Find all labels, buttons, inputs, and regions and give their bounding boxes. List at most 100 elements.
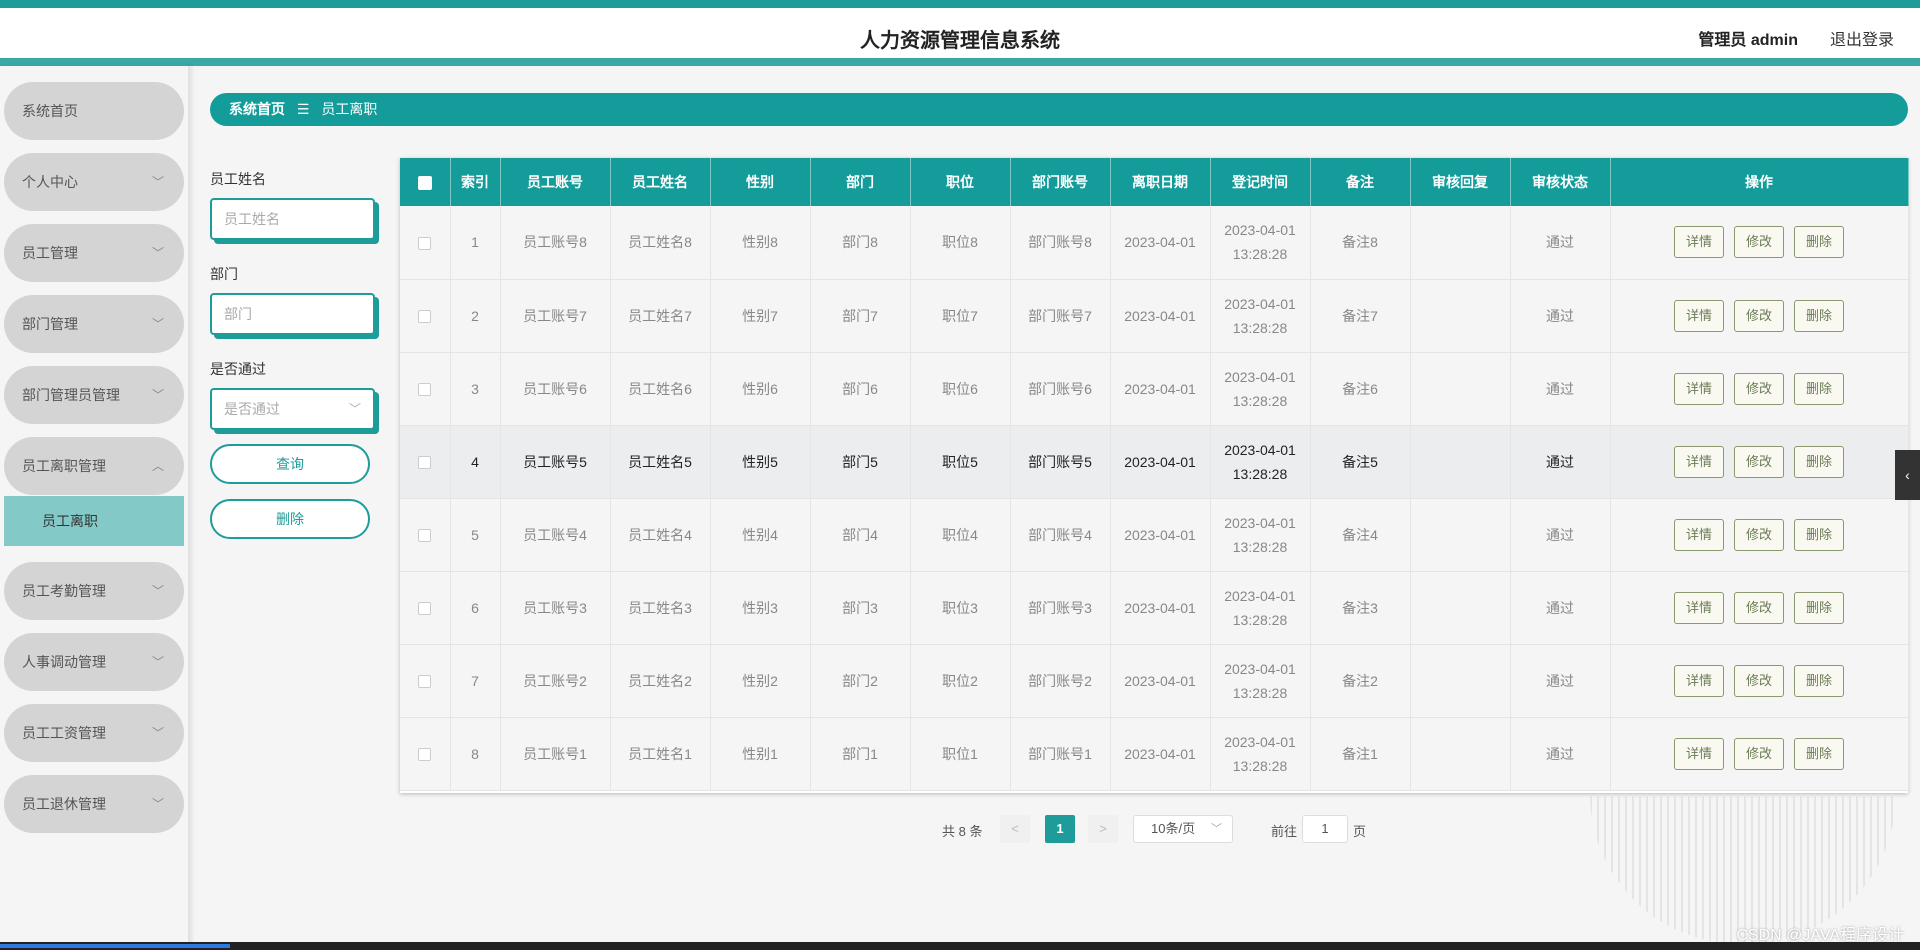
- row-checkbox[interactable]: [400, 352, 451, 426]
- cell-dept-account: 部门账号6: [1010, 352, 1111, 426]
- detail-button[interactable]: 详情: [1674, 664, 1724, 697]
- cell-leave-date: 2023-04-01: [1110, 717, 1211, 791]
- detail-button[interactable]: 详情: [1674, 591, 1724, 624]
- reg-time-text: 13:28:28: [1232, 465, 1288, 482]
- page-size-select[interactable]: 10条/页 ﹀: [1133, 815, 1233, 843]
- column-header: 登记时间: [1210, 158, 1311, 206]
- sidebar-item-home[interactable]: 系统首页: [4, 82, 184, 140]
- delete-button[interactable]: 删除: [1794, 664, 1844, 697]
- edit-button[interactable]: 修改: [1734, 372, 1784, 405]
- column-header: 审核回复: [1410, 158, 1511, 206]
- detail-button[interactable]: 详情: [1674, 518, 1724, 551]
- delete-button[interactable]: 删除: [1794, 445, 1844, 478]
- reg-date-text: 2023-04-01: [1224, 222, 1296, 239]
- row-checkbox[interactable]: [400, 425, 451, 499]
- cell-reg-time: 2023-04-01 13:28:28: [1210, 571, 1311, 645]
- row-checkbox[interactable]: [400, 571, 451, 645]
- logout-link[interactable]: 退出登录: [1830, 26, 1894, 50]
- batch-delete-button[interactable]: 删除: [210, 499, 370, 539]
- cell-name: 员工姓名1: [610, 717, 711, 791]
- delete-button[interactable]: 删除: [1794, 372, 1844, 405]
- sidebar-item-salary[interactable]: 员工工资管理 ﹀: [4, 704, 184, 762]
- column-header: 部门: [810, 158, 911, 206]
- row-checkbox[interactable]: [400, 498, 451, 572]
- sidebar-item-label: 员工管理: [22, 245, 78, 261]
- cell-dept-account: 部门账号3: [1010, 571, 1111, 645]
- cell-position: 职位3: [910, 571, 1011, 645]
- table-row[interactable]: 5 员工账号4 员工姓名4 性别4 部门4 职位4 部门账号4 2023-04-01 2023-…: [400, 498, 1909, 572]
- cell-position: 职位6: [910, 352, 1011, 426]
- sidebar-item-department[interactable]: 部门管理 ﹀: [4, 295, 184, 353]
- cell-index: 7: [450, 644, 501, 718]
- collapse-tab[interactable]: ‹: [1895, 450, 1920, 500]
- row-checkbox[interactable]: [400, 644, 451, 718]
- sidebar-item-employee[interactable]: 员工管理 ﹀: [4, 224, 184, 282]
- cell-remark: 备注6: [1310, 352, 1411, 426]
- cell-leave-date: 2023-04-01: [1110, 206, 1211, 280]
- detail-button[interactable]: 详情: [1674, 226, 1724, 259]
- menu-icon: ☰: [296, 101, 310, 117]
- cell-status: 通过: [1510, 425, 1611, 499]
- table-row[interactable]: 8 员工账号1 员工姓名1 性别1 部门1 职位1 部门账号1 2023-04-01 2023-…: [400, 717, 1909, 791]
- delete-button[interactable]: 删除: [1794, 737, 1844, 770]
- cell-actions: 详情 修改 删除: [1610, 352, 1909, 426]
- column-header: 审核状态: [1510, 158, 1611, 206]
- progress-indicator: [0, 944, 230, 948]
- row-checkbox[interactable]: [400, 279, 451, 353]
- next-page-button[interactable]: >: [1088, 815, 1118, 843]
- row-checkbox[interactable]: [400, 717, 451, 791]
- edit-button[interactable]: 修改: [1734, 445, 1784, 478]
- detail-button[interactable]: 详情: [1674, 299, 1724, 332]
- delete-button[interactable]: 删除: [1794, 226, 1844, 259]
- cell-account: 员工账号6: [500, 352, 611, 426]
- row-checkbox[interactable]: [400, 206, 451, 280]
- edit-button[interactable]: 修改: [1734, 737, 1784, 770]
- cell-dept: 部门7: [810, 279, 911, 353]
- page-button-current[interactable]: 1: [1045, 815, 1075, 843]
- edit-button[interactable]: 修改: [1734, 226, 1784, 259]
- sidebar-item-dept-admin[interactable]: 部门管理员管理 ﹀: [4, 366, 184, 424]
- cell-remark: 备注8: [1310, 206, 1411, 280]
- delete-button[interactable]: 删除: [1794, 518, 1844, 551]
- cell-gender: 性别7: [710, 279, 811, 353]
- sidebar-item-personal-center[interactable]: 个人中心 ﹀: [4, 153, 184, 211]
- prev-page-button[interactable]: <: [1000, 815, 1030, 843]
- cell-status: 通过: [1510, 352, 1611, 426]
- sidebar-subitem-resignation[interactable]: 员工离职: [4, 496, 184, 546]
- reg-time-text: 13:28:28: [1232, 538, 1288, 555]
- edit-button[interactable]: 修改: [1734, 664, 1784, 697]
- cell-name: 员工姓名2: [610, 644, 711, 718]
- edit-button[interactable]: 修改: [1734, 518, 1784, 551]
- breadcrumb: 系统首页 ☰ 员工离职: [210, 93, 1908, 126]
- sidebar-item-transfer[interactable]: 人事调动管理 ﹀: [4, 633, 184, 691]
- cell-position: 职位1: [910, 717, 1011, 791]
- breadcrumb-home[interactable]: 系统首页: [229, 101, 285, 117]
- detail-button[interactable]: 详情: [1674, 737, 1724, 770]
- delete-button[interactable]: 删除: [1794, 591, 1844, 624]
- breadcrumb-current: 员工离职: [321, 101, 378, 117]
- sidebar-item-resignation[interactable]: 员工离职管理 ︿: [4, 437, 184, 495]
- goto-page-input[interactable]: 1: [1302, 815, 1348, 843]
- search-button[interactable]: 查询: [210, 444, 370, 484]
- department-input[interactable]: 部门: [210, 293, 375, 335]
- detail-button[interactable]: 详情: [1674, 372, 1724, 405]
- table-row[interactable]: 3 员工账号6 员工姓名6 性别6 部门6 职位6 部门账号6 2023-04-01 2023-…: [400, 352, 1909, 426]
- app-title: 人力资源管理信息系统: [860, 30, 1060, 52]
- employee-name-input[interactable]: 员工姓名: [210, 198, 375, 240]
- table-row[interactable]: 4 员工账号5 员工姓名5 性别5 部门5 职位5 部门账号5 2023-04-01 2023-…: [400, 425, 1909, 499]
- detail-button[interactable]: 详情: [1674, 445, 1724, 478]
- table-row[interactable]: 1 员工账号8 员工姓名8 性别8 部门8 职位8 部门账号8 2023-04-01 2023-…: [400, 206, 1909, 280]
- table-row[interactable]: 2 员工账号7 员工姓名7 性别7 部门7 职位7 部门账号7 2023-04-01 2023-…: [400, 279, 1909, 353]
- table-row[interactable]: 7 员工账号2 员工姓名2 性别2 部门2 职位2 部门账号2 2023-04-01 2023-…: [400, 644, 1909, 718]
- cell-remark: 备注1: [1310, 717, 1411, 791]
- edit-button[interactable]: 修改: [1734, 299, 1784, 332]
- cell-dept: 部门1: [810, 717, 911, 791]
- sidebar-item-attendance[interactable]: 员工考勤管理 ﹀: [4, 562, 184, 620]
- delete-button[interactable]: 删除: [1794, 299, 1844, 332]
- cell-account: 员工账号8: [500, 206, 611, 280]
- table-row[interactable]: 6 员工账号3 员工姓名3 性别3 部门3 职位3 部门账号3 2023-04-01 2023-…: [400, 571, 1909, 645]
- edit-button[interactable]: 修改: [1734, 591, 1784, 624]
- select-all-checkbox[interactable]: [400, 158, 451, 206]
- approval-select[interactable]: 是否通过 ﹀: [210, 388, 375, 430]
- column-header: 索引: [450, 158, 501, 206]
